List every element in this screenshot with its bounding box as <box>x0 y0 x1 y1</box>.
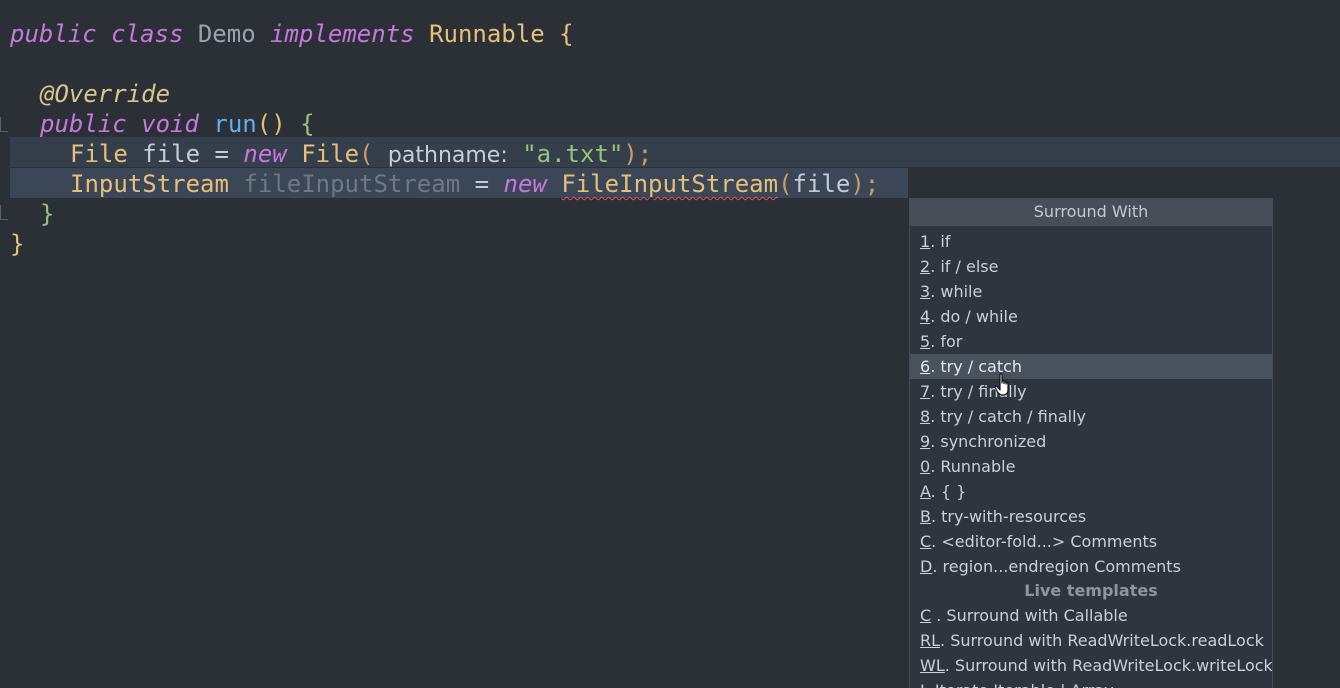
mnemonic-key: 9 <box>920 432 931 451</box>
operator: = <box>474 170 490 198</box>
option-label: . for <box>930 332 963 351</box>
surround-option[interactable]: A. { } <box>910 479 1272 504</box>
keyword: class <box>111 20 184 48</box>
argument: file <box>792 170 851 198</box>
mnemonic-key: 2 <box>920 257 931 276</box>
parameter-hint: pathname: <box>387 143 508 168</box>
surround-option[interactable]: 5. for <box>910 329 1272 354</box>
keyword: public <box>40 110 127 138</box>
live-templates-list: C . Surround with Callable RL. Surround w… <box>910 603 1272 688</box>
code-line-1[interactable]: public class Demo implements Runnable { <box>0 19 1340 49</box>
brace: } <box>40 200 55 228</box>
surround-option[interactable]: 0. Runnable <box>910 454 1272 479</box>
section-header-live-templates: Live templates <box>1024 581 1158 600</box>
option-label: . synchronized <box>930 432 1047 451</box>
brace: { <box>300 110 315 138</box>
constructor: File <box>301 140 360 168</box>
mnemonic-key: C <box>920 606 932 625</box>
option-label: . Surround with Callable <box>931 606 1128 625</box>
mnemonic-key: WL <box>920 656 945 675</box>
mnemonic-key: D <box>920 557 933 576</box>
mnemonic-key: A <box>920 482 931 501</box>
brace: { <box>559 20 574 48</box>
mnemonic-key: 4 <box>920 307 931 326</box>
surround-options-list: 1. if 2. if / else 3. while 4. do / while 5.… <box>910 229 1272 579</box>
paren: ); <box>850 170 880 198</box>
option-label: . Surround with ReadWriteLock.writeLock <box>944 656 1273 675</box>
option-label: . <editor-fold...> Comments <box>931 532 1158 551</box>
keyword: new <box>503 170 547 198</box>
mnemonic-key: 3 <box>920 282 931 301</box>
option-label: . if <box>930 232 951 251</box>
paren: ( <box>359 140 374 168</box>
mnemonic-key: 5 <box>920 332 931 351</box>
surround-option[interactable]: 4. do / while <box>910 304 1272 329</box>
surround-option[interactable]: 7. try / finally <box>910 379 1272 404</box>
class-name: Demo <box>197 20 256 48</box>
type-name: InputStream <box>70 170 229 198</box>
option-label: . try / catch / finally <box>930 407 1086 426</box>
code-line-5[interactable]: File file = new File( pathname: "a.txt")… <box>0 139 1340 169</box>
surround-option[interactable]: D. region...endregion Comments <box>910 554 1272 579</box>
surround-option[interactable]: 6. try / catch <box>910 354 1272 379</box>
mnemonic-key: C <box>920 532 932 551</box>
parens: () <box>256 110 286 138</box>
live-template-option[interactable]: I. Iterate Iterable | Array <box>910 678 1272 688</box>
surround-option[interactable]: 2. if / else <box>910 254 1272 279</box>
option-label: . { } <box>930 482 967 501</box>
mnemonic-key: 0 <box>920 457 931 476</box>
option-label: . region...endregion Comments <box>932 557 1181 576</box>
hand-cursor-icon <box>994 373 1009 396</box>
annotation: @Override <box>40 80 171 108</box>
keyword: void <box>141 110 199 138</box>
keyword: implements <box>270 20 415 48</box>
code-line-4[interactable]: public void run() { <box>0 109 1340 139</box>
code-line-3[interactable]: @Override <box>0 79 1340 109</box>
option-label: . try-with-resources <box>930 507 1087 526</box>
operator: = <box>214 140 229 168</box>
surround-with-popup: Surround With 1. if 2. if / else 3. while 4… <box>909 198 1273 688</box>
surround-option[interactable]: C. <editor-fold...> Comments <box>910 529 1272 554</box>
mnemonic-key: 6 <box>920 357 931 376</box>
live-template-option[interactable]: RL. Surround with ReadWriteLock.readLock <box>910 628 1272 653</box>
mnemonic-key: 7 <box>920 382 931 401</box>
paren: ( <box>778 170 793 198</box>
code-line-6[interactable]: InputStream fileInputStream = new FileIn… <box>0 169 1340 199</box>
interface-name: Runnable <box>429 20 545 48</box>
paren: ); <box>623 140 653 168</box>
live-template-option[interactable]: WL. Surround with ReadWriteLock.writeLoc… <box>910 653 1272 678</box>
option-label: . try / finally <box>930 382 1027 401</box>
surround-option[interactable]: 8. try / catch / finally <box>910 404 1272 429</box>
option-label: . Runnable <box>930 457 1016 476</box>
brace: } <box>10 230 25 258</box>
keyword: public <box>10 20 97 48</box>
popup-title: Surround With <box>910 198 1272 226</box>
option-label: . do / while <box>930 307 1018 326</box>
option-label: . Iterate Iterable | Array <box>925 681 1114 688</box>
variable: file <box>142 140 201 168</box>
mnemonic-key: 8 <box>920 407 931 426</box>
mnemonic-key: B <box>920 507 931 526</box>
mnemonic-key: RL <box>920 631 941 650</box>
option-label: . if / else <box>930 257 999 276</box>
live-template-option[interactable]: C . Surround with Callable <box>910 603 1272 628</box>
mnemonic-key: 1 <box>920 232 931 251</box>
variable: fileInputStream <box>243 170 461 198</box>
surround-option[interactable]: 9. synchronized <box>910 429 1272 454</box>
constructor: FileInputStream <box>561 170 779 198</box>
surround-option[interactable]: 3. while <box>910 279 1272 304</box>
surround-option[interactable]: B. try-with-resources <box>910 504 1272 529</box>
method-name: run <box>213 110 257 138</box>
option-label: . while <box>930 282 983 301</box>
type-name: File <box>70 140 128 168</box>
surround-option[interactable]: 1. if <box>910 229 1272 254</box>
option-label: . Surround with ReadWriteLock.readLock <box>940 631 1264 650</box>
keyword: new <box>243 140 287 168</box>
string-literal: "a.txt" <box>522 140 624 168</box>
